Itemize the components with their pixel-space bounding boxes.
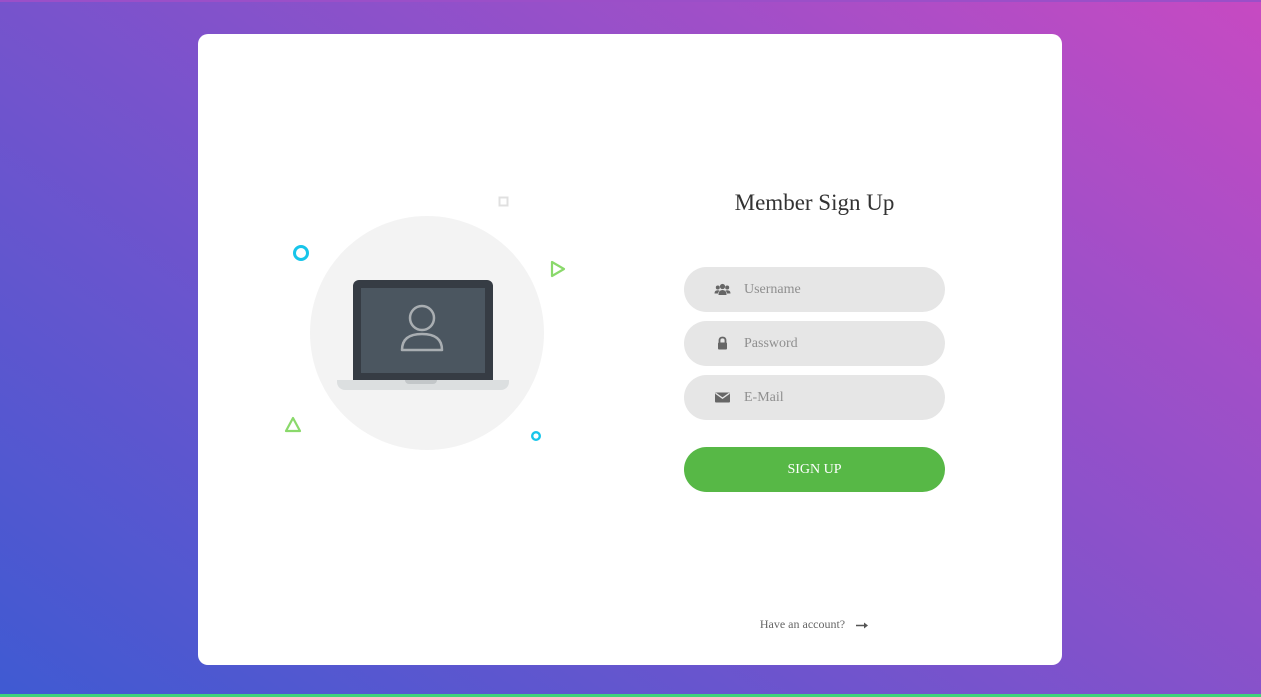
users-icon (714, 283, 731, 295)
laptop-base (337, 380, 509, 390)
have-account-link[interactable]: Have an account? (684, 617, 945, 632)
username-field (684, 267, 945, 312)
email-field (684, 375, 945, 420)
laptop-display (361, 288, 485, 373)
form-title: Member Sign Up (734, 190, 895, 215)
user-icon (400, 304, 444, 352)
lock-icon (718, 336, 727, 350)
have-account-label: Have an account? (759, 617, 846, 631)
small-circle-decor-icon (531, 431, 541, 441)
laptop-notch (405, 380, 437, 384)
arrow-right-icon (856, 622, 869, 629)
email-input[interactable] (744, 375, 929, 420)
laptop-user-icon (353, 280, 493, 381)
triangle-decor-icon (284, 416, 302, 433)
top-border (0, 0, 1261, 2)
password-input[interactable] (744, 321, 929, 366)
envelope-icon (715, 392, 730, 403)
play-triangle-decor-icon (550, 260, 566, 278)
password-field (684, 321, 945, 366)
username-input[interactable] (744, 267, 929, 312)
illustration (198, 34, 628, 665)
signup-button[interactable]: SIGN UP (684, 447, 945, 492)
square-decor-icon (498, 196, 509, 207)
circle-decor-icon (293, 245, 309, 261)
signup-card: Member Sign Up SIGN UP Have an account? (198, 34, 1062, 665)
